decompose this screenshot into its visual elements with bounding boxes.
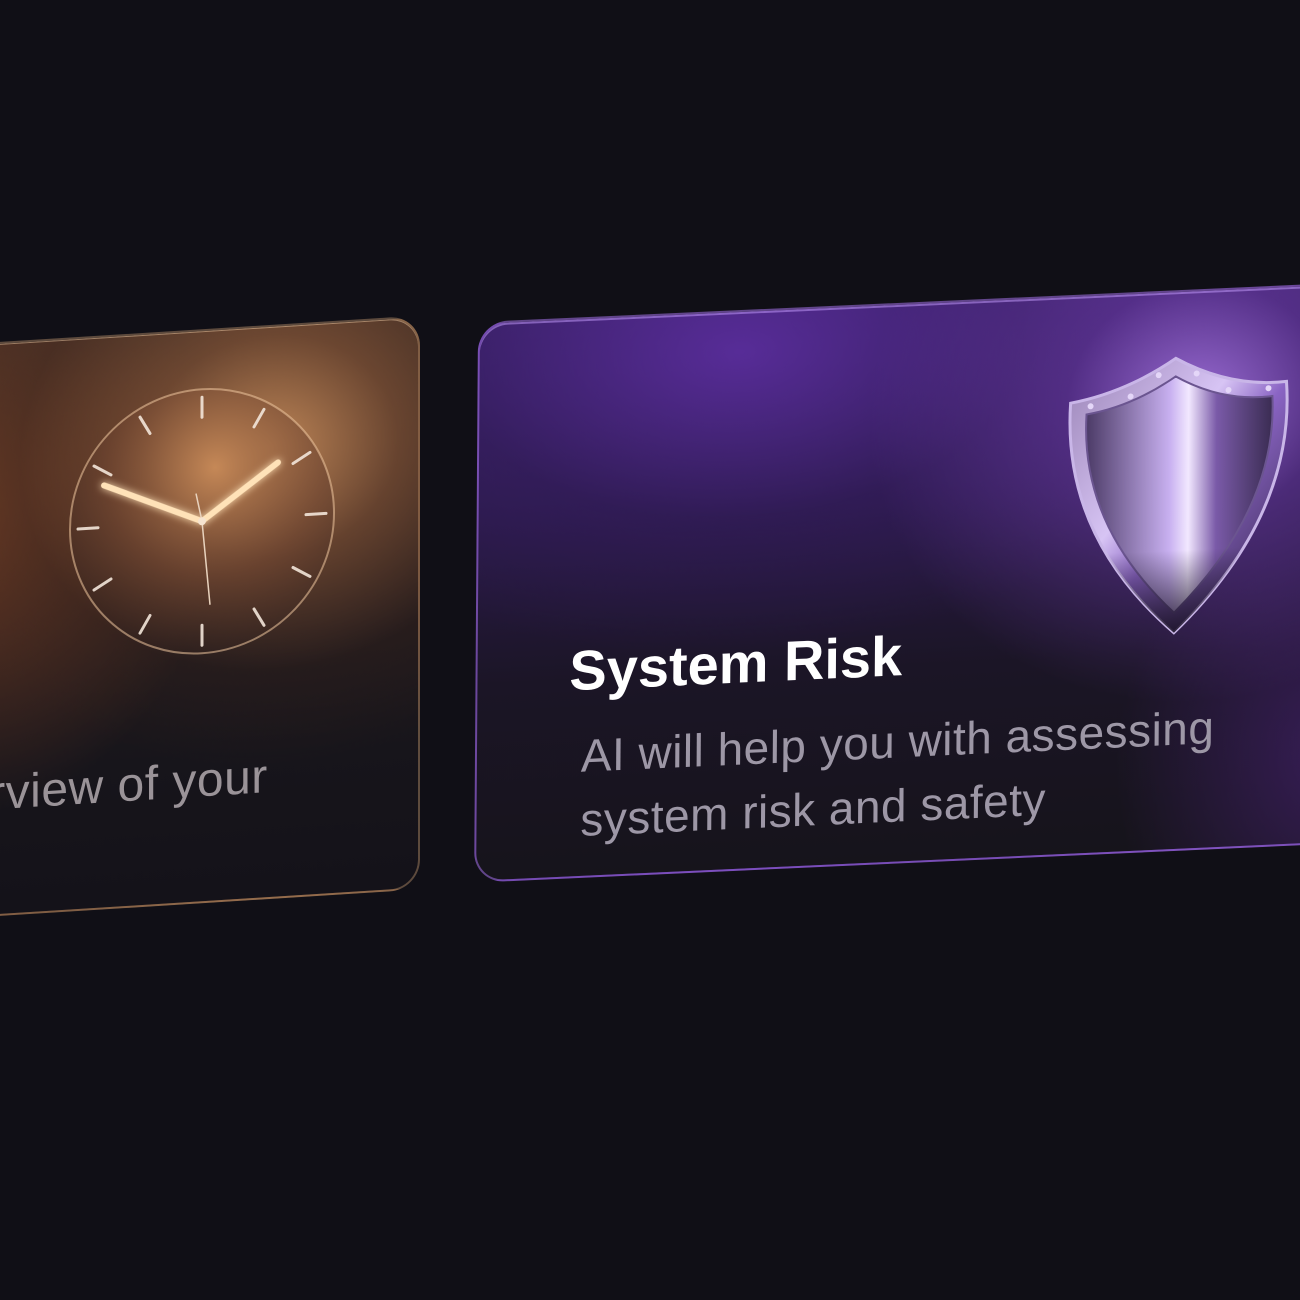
shield-icon	[1068, 356, 1289, 635]
clock-card[interactable]: erview of your	[0, 315, 420, 926]
system-risk-description: AI will help you with assessing system r…	[580, 700, 1215, 846]
clock-card-description: erview of your	[0, 750, 268, 823]
system-risk-card[interactable]: System Risk AI will help you with assess…	[474, 281, 1300, 883]
stage: erview of your System Risk AI will help …	[0, 0, 1300, 1300]
system-risk-title: System Risk	[569, 624, 903, 703]
clock-icon	[69, 387, 335, 655]
